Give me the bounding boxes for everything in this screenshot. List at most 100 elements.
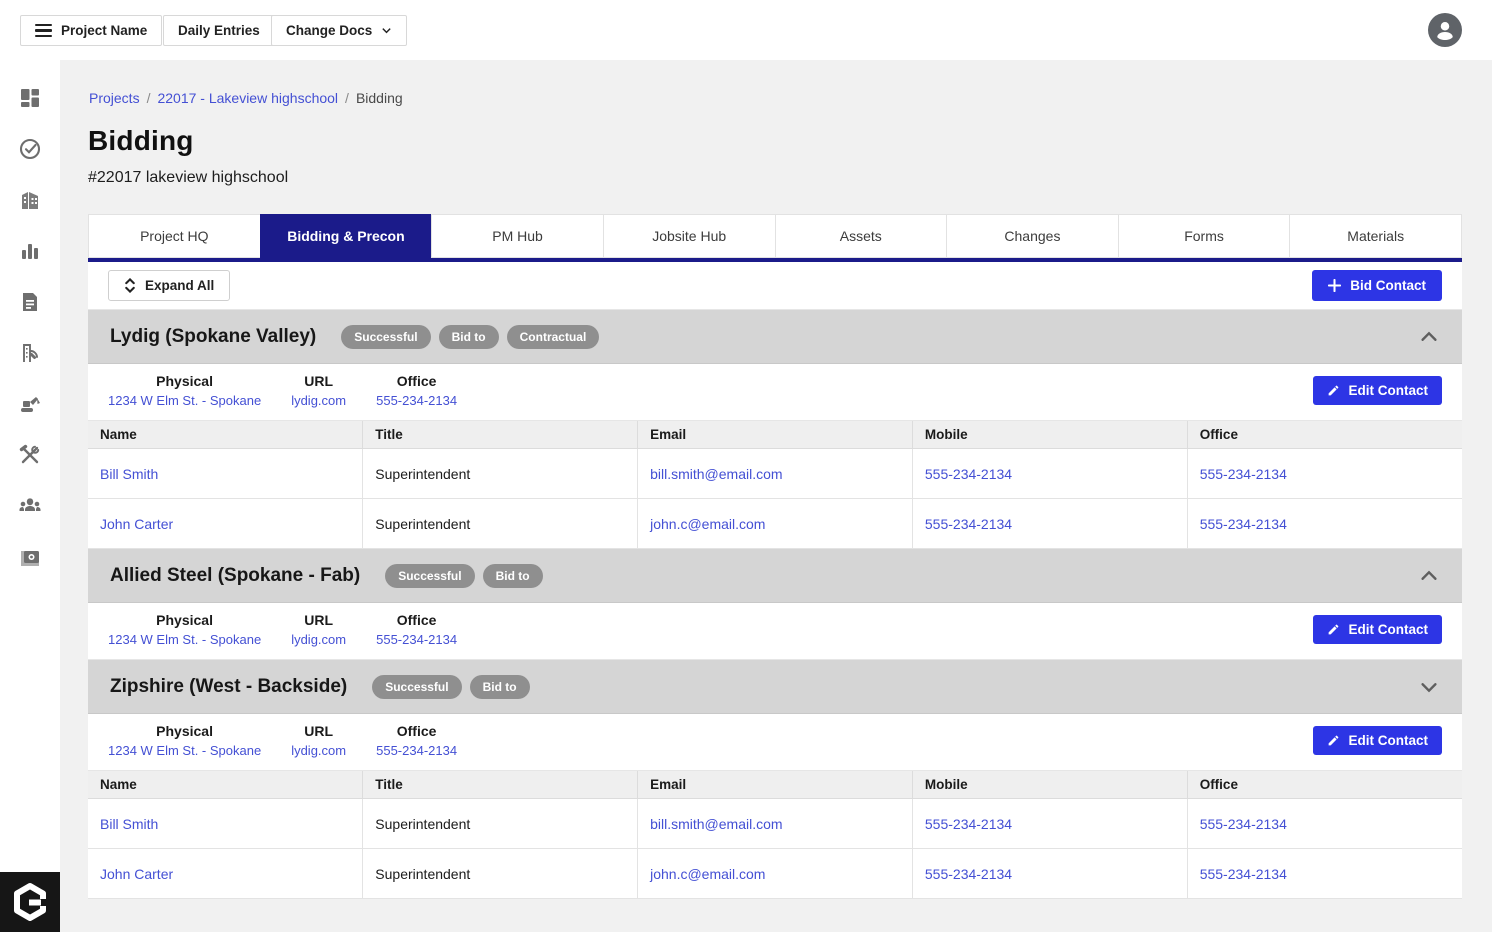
bidding-toolbar: Expand All Bid Contact [88,262,1462,310]
tab-changes[interactable]: Changes [946,214,1118,258]
contact-mobile-link[interactable]: 555-234-2134 [925,516,1012,532]
contact-email-link[interactable]: bill.smith@email.com [650,816,782,832]
table-row: Bill Smith Superintendent bill.smith@ema… [88,799,1462,849]
url-link[interactable]: lydig.com [291,632,346,647]
photos-icon[interactable] [18,545,42,569]
tab-materials[interactable]: Materials [1289,214,1462,258]
change-docs-dropdown[interactable]: Change Docs [271,15,407,46]
status-badge: Bid to [439,325,499,349]
dashboard-icon[interactable] [18,86,42,110]
contact-title: Superintendent [375,516,470,532]
col-header-mobile: Mobile [912,421,1187,449]
contact-email-link[interactable]: john.c@email.com [650,516,765,532]
contacts-table-lydig: Name Title Email Mobile Office Bill Smit… [88,421,1462,549]
section-title: Allied Steel (Spokane - Fab) [110,565,360,587]
project-name-button[interactable]: Project Name [20,15,162,46]
daily-entries-button[interactable]: Daily Entries [163,15,275,46]
contact-office-link[interactable]: 555-234-2134 [1200,816,1287,832]
contact-mobile-link[interactable]: 555-234-2134 [925,866,1012,882]
edit-contact-button[interactable]: Edit Contact [1313,726,1443,755]
table-row: Bill Smith Superintendent bill.smith@ema… [88,449,1462,499]
chevron-down-icon [381,25,392,36]
tasks-check-icon[interactable] [18,137,42,161]
physical-address-link[interactable]: 1234 W Elm St. - Spokane [108,743,261,758]
status-badge: Successful [385,564,474,588]
section-header-lydig[interactable]: Lydig (Spokane Valley) Successful Bid to… [88,310,1462,364]
bid-contact-button[interactable]: Bid Contact [1312,270,1442,301]
edit-contact-button[interactable]: Edit Contact [1313,376,1443,405]
contact-email-link[interactable]: bill.smith@email.com [650,466,782,482]
contact-office-link[interactable]: 555-234-2134 [1200,516,1287,532]
url-label: URL [291,612,346,628]
office-label: Office [376,612,457,628]
daily-entries-label: Daily Entries [178,23,260,38]
col-header-email: Email [638,421,913,449]
col-header-title: Title [363,771,638,799]
unfold-icon [124,278,136,293]
col-header-office: Office [1187,771,1462,799]
office-phone-link[interactable]: 555-234-2134 [376,393,457,408]
change-docs-label: Change Docs [286,23,372,38]
contact-mobile-link[interactable]: 555-234-2134 [925,816,1012,832]
physical-address-link[interactable]: 1234 W Elm St. - Spokane [108,632,261,647]
app-logo[interactable] [0,872,60,932]
breadcrumb: Projects/22017 - Lakeview highschool/Bid… [89,90,1462,106]
directory-contacts-icon[interactable] [18,341,42,365]
url-link[interactable]: lydig.com [291,743,346,758]
tab-assets[interactable]: Assets [775,214,947,258]
office-label: Office [376,373,457,389]
contact-name-link[interactable]: Bill Smith [100,466,158,482]
status-badge: Successful [372,675,461,699]
url-link[interactable]: lydig.com [291,393,346,408]
contact-email-link[interactable]: john.c@email.com [650,866,765,882]
contact-office-link[interactable]: 555-234-2134 [1200,866,1287,882]
breadcrumb-project-link[interactable]: 22017 - Lakeview highschool [157,90,338,106]
office-phone-link[interactable]: 555-234-2134 [376,743,457,758]
expand-all-button[interactable]: Expand All [108,270,230,301]
edit-contact-button[interactable]: Edit Contact [1313,615,1443,644]
documents-icon[interactable] [18,290,42,314]
contact-title: Superintendent [375,816,470,832]
edit-contact-label: Edit Contact [1349,622,1429,637]
breadcrumb-projects-link[interactable]: Projects [89,90,140,106]
contact-name-link[interactable]: John Carter [100,866,173,882]
section-header-zipshire[interactable]: Zipshire (West - Backside) Successful Bi… [88,660,1462,714]
section-header-allied-steel[interactable]: Allied Steel (Spokane - Fab) Successful … [88,549,1462,603]
col-header-office: Office [1187,421,1462,449]
table-header-row: Name Title Email Mobile Office [88,771,1462,799]
company-building-icon[interactable] [18,188,42,212]
contact-office-link[interactable]: 555-234-2134 [1200,466,1287,482]
status-badge: Bid to [470,675,530,699]
contact-info-row: Physical 1234 W Elm St. - Spokane URL ly… [88,603,1462,660]
reports-bar-chart-icon[interactable] [18,239,42,263]
tab-pm-hub[interactable]: PM Hub [431,214,603,258]
contact-mobile-link[interactable]: 555-234-2134 [925,466,1012,482]
chevron-down-icon[interactable] [1418,676,1440,698]
url-label: URL [291,723,346,739]
office-phone-link[interactable]: 555-234-2134 [376,632,457,647]
tab-jobsite-hub[interactable]: Jobsite Hub [603,214,775,258]
chevron-up-icon[interactable] [1418,326,1440,348]
contact-name-link[interactable]: John Carter [100,516,173,532]
hamburger-menu-icon [35,24,52,38]
equipment-excavator-icon[interactable] [18,392,42,416]
project-tabs: Project HQ Bidding & Precon PM Hub Jobsi… [88,214,1462,258]
physical-address-link[interactable]: 1234 W Elm St. - Spokane [108,393,261,408]
person-icon [1430,15,1460,45]
tab-bidding-precon[interactable]: Bidding & Precon [260,214,432,258]
pencil-icon [1327,384,1340,397]
crew-people-icon[interactable] [18,494,42,518]
bid-contact-label: Bid Contact [1350,278,1426,293]
account-avatar[interactable] [1428,13,1462,47]
page-title: Bidding [88,125,1462,157]
col-header-name: Name [88,771,363,799]
plus-icon [1328,279,1341,292]
tools-icon[interactable] [18,443,42,467]
tab-forms[interactable]: Forms [1118,214,1290,258]
contact-name-link[interactable]: Bill Smith [100,816,158,832]
tab-project-hq[interactable]: Project HQ [88,214,260,258]
status-badge: Contractual [507,325,600,349]
physical-label: Physical [108,612,261,628]
edit-contact-label: Edit Contact [1349,733,1429,748]
chevron-up-icon[interactable] [1418,565,1440,587]
